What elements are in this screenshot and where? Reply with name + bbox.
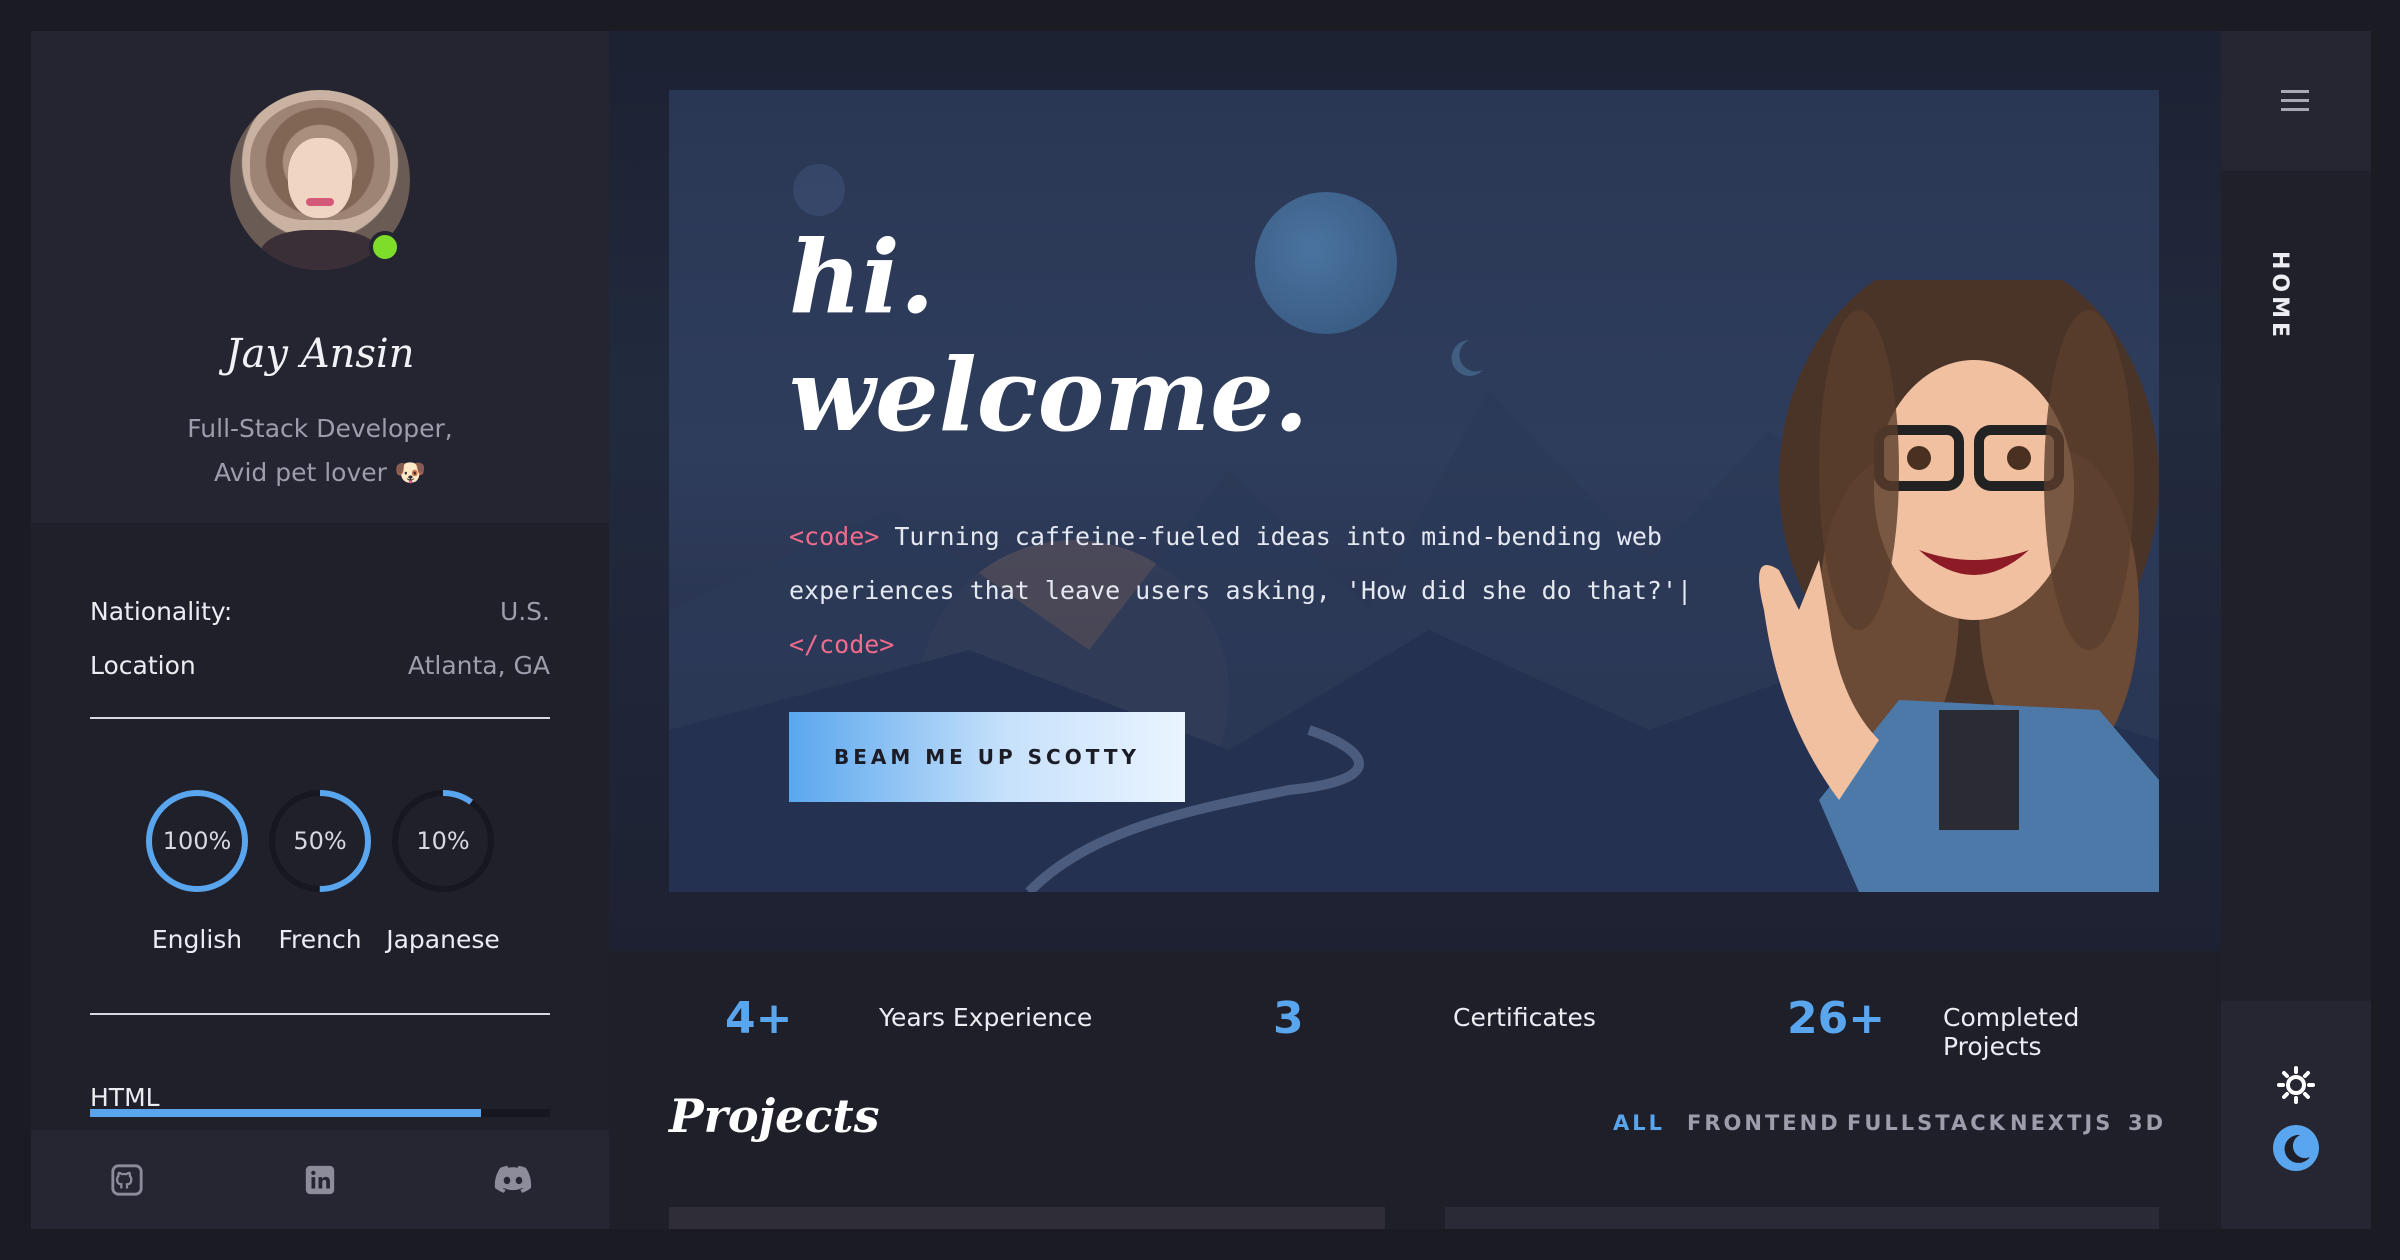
filter-frontend[interactable]: FRONTEND: [1687, 1111, 1841, 1135]
stat-number: 4+: [725, 993, 793, 1044]
filter-nextjs[interactable]: NEXTJS: [2010, 1111, 2113, 1135]
projects-heading: Projects: [669, 1089, 880, 1143]
filter-fullstack[interactable]: FULLSTACK: [1847, 1111, 2008, 1135]
github-icon[interactable]: [107, 1160, 147, 1200]
info-value: Atlanta, GA: [407, 651, 550, 680]
main-content: hi. welcome. <code> Turning caffeine-fue…: [609, 31, 2221, 1229]
filter-3d[interactable]: 3D: [2128, 1111, 2166, 1135]
greeting-line-2: welcome.: [789, 336, 1309, 454]
language-percent: 50%: [293, 827, 347, 855]
discord-icon[interactable]: [493, 1160, 533, 1200]
info-key: Location: [90, 651, 196, 680]
skill-label-html: HTML: [90, 1083, 160, 1112]
skill-bar-html: [90, 1109, 550, 1117]
stat-number: 3: [1273, 993, 1304, 1044]
language-label: Japanese: [386, 925, 500, 954]
app-frame: Jay Ansin Full-Stack Developer, Avid pet…: [31, 31, 2371, 1229]
info-key: Nationality:: [90, 597, 233, 626]
role-line-1: Full-Stack Developer,: [187, 414, 453, 443]
current-page-label[interactable]: HOME: [2267, 251, 2292, 341]
hamburger-icon: [2281, 90, 2309, 111]
code-open-tag: <code>: [789, 522, 880, 551]
info-row-nationality: Nationality: U.S.: [90, 597, 550, 626]
language-japanese: 10% Japanese: [383, 781, 503, 954]
bitmoji-avatar: [1759, 280, 2159, 892]
info-value: U.S.: [499, 597, 550, 626]
social-links: [31, 1130, 609, 1229]
hero-banner: hi. welcome. <code> Turning caffeine-fue…: [669, 90, 2159, 892]
divider: [90, 1013, 550, 1015]
info-row-location: Location Atlanta, GA: [90, 651, 550, 680]
language-label: English: [151, 925, 243, 954]
stat-label: Certificates: [1453, 1003, 1596, 1032]
filter-all[interactable]: ALL: [1613, 1111, 1665, 1135]
online-status-dot: [369, 231, 401, 263]
language-percent: 10%: [416, 827, 470, 855]
language-english: 100% English: [137, 781, 257, 954]
hero-greeting: hi. welcome.: [789, 218, 1309, 454]
greeting-line-1: hi.: [789, 218, 935, 336]
project-card[interactable]: [1445, 1207, 2159, 1229]
theme-switcher: [2221, 1001, 2371, 1229]
right-rail: HOME: [2221, 31, 2371, 1229]
menu-button[interactable]: [2221, 31, 2371, 171]
linkedin-icon[interactable]: [300, 1160, 340, 1200]
language-label: French: [278, 925, 362, 954]
profile-card: Jay Ansin Full-Stack Developer, Avid pet…: [31, 31, 609, 523]
skill-bar-fill: [90, 1109, 481, 1117]
language-french: 50% French: [260, 781, 380, 954]
role-line-2: Avid pet lover 🐶: [214, 458, 426, 487]
stat-label: Years Experience: [879, 1003, 1093, 1032]
profile-role: Full-Stack Developer, Avid pet lover 🐶: [31, 407, 609, 495]
sidebar: Jay Ansin Full-Stack Developer, Avid pet…: [31, 31, 609, 1229]
divider: [90, 717, 550, 719]
code-close-tag: </code>: [789, 630, 895, 659]
language-percent: 100%: [162, 827, 232, 855]
sun-icon[interactable]: [2276, 1065, 2316, 1105]
stat-number: 26+: [1787, 993, 1886, 1044]
stats-row: 4+ Years Experience 3 Certificates 26+ C…: [669, 951, 2159, 1071]
beam-me-up-button[interactable]: BEAM ME UP SCOTTY: [789, 712, 1185, 802]
profile-name: Jay Ansin: [225, 331, 415, 377]
hero-tagline: <code> Turning caffeine-fueled ideas int…: [789, 510, 1749, 672]
stat-label: Completed Projects: [1943, 1003, 2080, 1061]
moon-icon[interactable]: [2271, 1123, 2321, 1173]
tagline-text: Turning caffeine-fueled ideas into mind-…: [789, 522, 1693, 605]
project-card[interactable]: [669, 1207, 1385, 1229]
